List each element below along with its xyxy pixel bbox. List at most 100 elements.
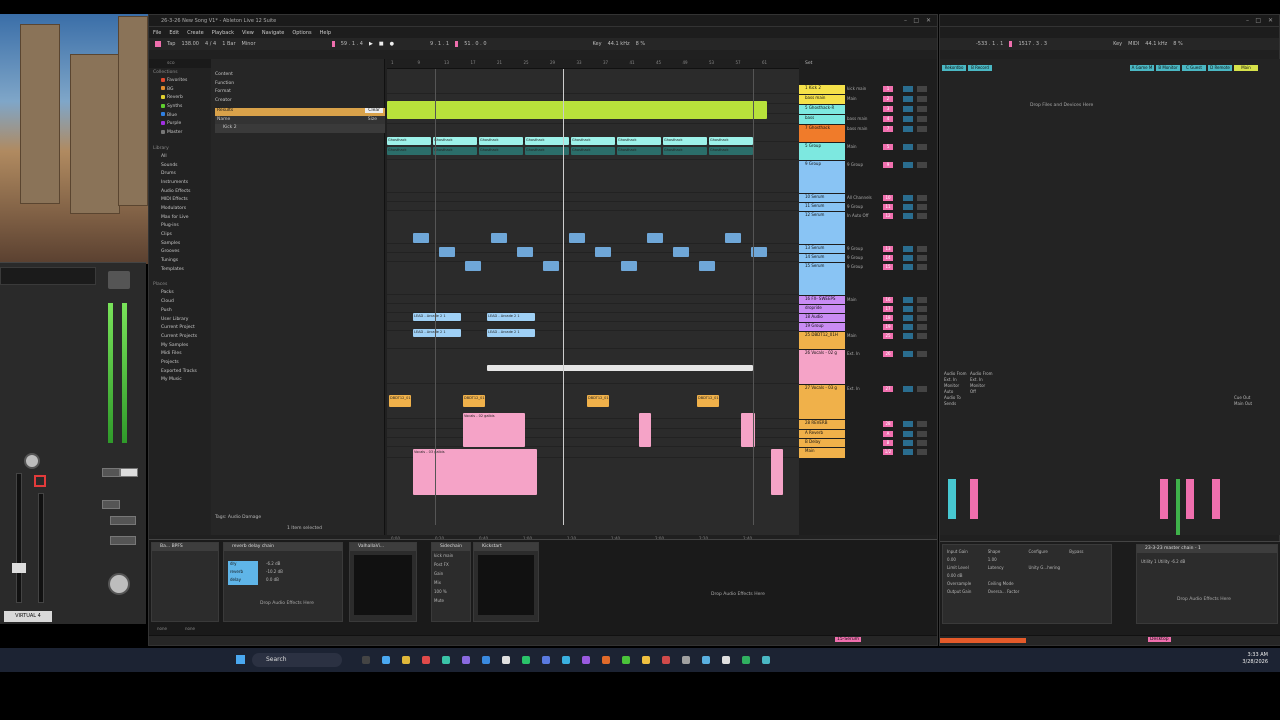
- track-number[interactable]: 10: [883, 195, 893, 201]
- solo-button[interactable]: [903, 351, 913, 357]
- audio-clip[interactable]: Ghosthack: [433, 147, 477, 155]
- bar-ruler[interactable]: 1 9 13 17 21 25 29 33 37 41 45 49 53 57 61: [387, 59, 799, 69]
- track-io[interactable]: All Channels: [847, 195, 879, 200]
- track-io[interactable]: 9 Group: [847, 255, 879, 260]
- midi-clip[interactable]: [569, 233, 585, 243]
- library-item[interactable]: Samples: [149, 240, 211, 249]
- minimize-icon[interactable]: –: [1246, 17, 1249, 24]
- arm-button[interactable]: [917, 264, 927, 270]
- return-c[interactable]: C Guest: [1182, 65, 1206, 71]
- taskbar-app-icon[interactable]: [522, 656, 530, 664]
- places-item[interactable]: Current Projects: [149, 333, 211, 342]
- track-name[interactable]: 26 Vocals - 02 g: [799, 350, 845, 384]
- chain-out[interactable]: none: [185, 626, 195, 631]
- taskbar-app-icon[interactable]: [402, 656, 410, 664]
- track-number[interactable]: B: [883, 440, 893, 446]
- track-lane[interactable]: [387, 194, 799, 202]
- uad-knob[interactable]: [24, 453, 40, 469]
- arm-button[interactable]: [917, 440, 927, 446]
- taskbar-app-icon[interactable]: [562, 656, 570, 664]
- taskbar-app-icon[interactable]: [722, 656, 730, 664]
- device-rack[interactable]: reverb delay chain dry -6.2 dB reverb -10.2…: [223, 542, 343, 622]
- uad-button[interactable]: [110, 536, 136, 545]
- limit-level-value[interactable]: 0.00 dB: [947, 573, 985, 578]
- collection-item[interactable]: Master: [149, 129, 211, 138]
- track-io[interactable]: 9 Group: [847, 204, 879, 209]
- arm-button[interactable]: [917, 162, 927, 168]
- track-io[interactable]: Main: [847, 333, 879, 338]
- arm-button[interactable]: [917, 255, 927, 261]
- track-name[interactable]: 14 Serum: [799, 254, 845, 262]
- arm-button[interactable]: [917, 246, 927, 252]
- arm-button[interactable]: [917, 324, 927, 330]
- track-io[interactable]: Main: [847, 297, 879, 302]
- arm-button[interactable]: [917, 315, 927, 321]
- time-signature[interactable]: 4 / 4: [205, 41, 216, 47]
- solo-button[interactable]: [903, 255, 913, 261]
- taskbar-app-icon[interactable]: [502, 656, 510, 664]
- library-item[interactable]: Drums: [149, 170, 211, 179]
- solo-button[interactable]: [903, 195, 913, 201]
- solo-button[interactable]: [903, 440, 913, 446]
- solo-button[interactable]: [903, 421, 913, 427]
- mix-value[interactable]: 100 %: [432, 587, 470, 596]
- solo-button[interactable]: [903, 106, 913, 112]
- track-io[interactable]: bass main: [847, 126, 879, 131]
- track-name[interactable]: 7 Ghosthack: [799, 125, 845, 142]
- track-name[interactable]: 27 Vocals - 03 g: [799, 385, 845, 419]
- collection-item[interactable]: Blue: [149, 112, 211, 121]
- track-name[interactable]: bass main: [799, 95, 845, 104]
- track-name[interactable]: dropride: [799, 305, 845, 313]
- track-header-rekordbox[interactable]: Rekordbo: [942, 65, 966, 71]
- maximize-icon[interactable]: □: [913, 17, 919, 24]
- stop-icon[interactable]: ■: [379, 41, 384, 47]
- places-item[interactable]: Exported Tracks: [149, 368, 211, 377]
- places-item[interactable]: Projects: [149, 359, 211, 368]
- places-item[interactable]: My Samples: [149, 342, 211, 351]
- filter-format[interactable]: Format: [215, 88, 385, 97]
- solo-button[interactable]: [903, 315, 913, 321]
- track-number[interactable]: 5: [883, 144, 893, 150]
- uad-button[interactable]: [102, 500, 120, 509]
- track-name[interactable]: 13 Serum: [799, 245, 845, 253]
- current-track[interactable]: 15-Serum: [835, 637, 862, 642]
- audio-clip[interactable]: [639, 413, 651, 447]
- audio-clip[interactable]: Ghosthack: [617, 137, 661, 145]
- midi-clip[interactable]: LEAD - Arcade 2 1: [413, 313, 461, 321]
- track-number[interactable]: 2: [883, 96, 893, 102]
- arm-button[interactable]: [917, 431, 927, 437]
- taskbar-app-icon[interactable]: [682, 656, 690, 664]
- loop-button[interactable]: [455, 41, 459, 47]
- macro-row[interactable]: reverb -10.2 dB: [228, 569, 338, 577]
- solo-button[interactable]: [903, 449, 913, 455]
- taskbar-app-icon[interactable]: [382, 656, 390, 664]
- track-name[interactable]: 5 Group: [799, 143, 845, 160]
- uad-button[interactable]: [120, 468, 138, 477]
- channel-strip-return-c[interactable]: [1186, 479, 1194, 519]
- track-name[interactable]: 28 REVERB: [799, 420, 845, 429]
- loop-length-field[interactable]: 51 . 0 . 0: [464, 41, 486, 47]
- library-item[interactable]: Grooves: [149, 248, 211, 257]
- audio-clip[interactable]: [487, 365, 753, 371]
- track-number[interactable]: 16: [883, 297, 893, 303]
- midi-clip[interactable]: [465, 261, 481, 271]
- midi-clip[interactable]: [595, 247, 611, 257]
- track-io[interactable]: Ext. In: [847, 386, 879, 391]
- track-number[interactable]: 12: [883, 213, 893, 219]
- audio-clip[interactable]: Ghosthack: [663, 137, 707, 145]
- taskbar-app-icon[interactable]: [622, 656, 630, 664]
- midi-clip[interactable]: [517, 247, 533, 257]
- return-d[interactable]: D Remote: [1208, 65, 1232, 71]
- track-name[interactable]: Main: [799, 448, 845, 458]
- solo-button[interactable]: [903, 86, 913, 92]
- track-name[interactable]: 1 Kick 2: [799, 85, 845, 94]
- track-lane[interactable]: [387, 161, 799, 193]
- close-icon[interactable]: ✕: [1268, 17, 1273, 24]
- device-sidechain[interactable]: Sidechain kick main Post FX Gain Mix 100…: [431, 542, 471, 622]
- midi-clip[interactable]: [413, 233, 429, 243]
- track-number[interactable]: 1: [883, 86, 893, 92]
- midi-clip[interactable]: [647, 233, 663, 243]
- arm-button[interactable]: [917, 449, 927, 455]
- track-number[interactable]: 11: [883, 204, 893, 210]
- track-io[interactable]: bass main: [847, 116, 879, 121]
